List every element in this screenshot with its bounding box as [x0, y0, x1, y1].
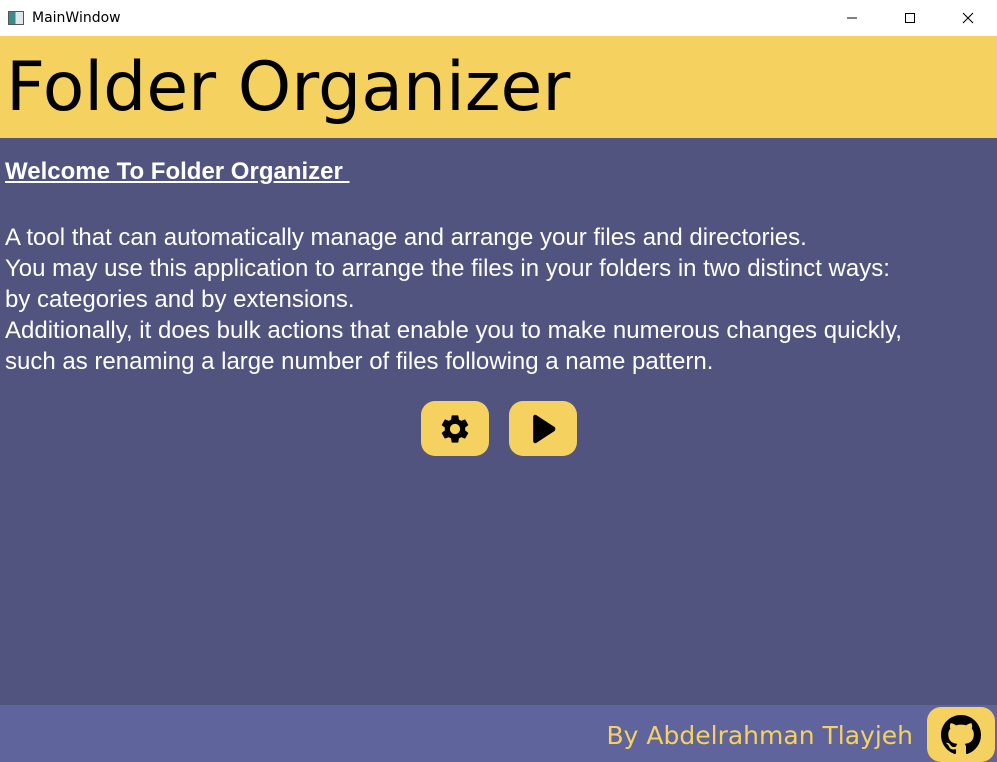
- gear-icon: [441, 414, 469, 443]
- maximize-icon: [905, 13, 915, 23]
- main-content: Welcome To Folder Organizer A tool that …: [0, 138, 997, 705]
- minimize-icon: [847, 17, 857, 19]
- description-line: by categories and by extensions.: [5, 286, 355, 313]
- app-icon: [8, 11, 24, 25]
- minimize-button[interactable]: [823, 0, 881, 36]
- settings-button[interactable]: [421, 401, 489, 456]
- author-credit: By Abdelrahman Tlayjeh: [606, 721, 913, 750]
- close-icon: [962, 12, 974, 24]
- action-buttons: [421, 401, 577, 456]
- play-icon: [533, 414, 556, 443]
- github-icon: [941, 714, 981, 754]
- app-header: Folder Organizer: [0, 36, 997, 138]
- window-title: MainWindow: [32, 10, 121, 26]
- description: A tool that can automatically manage and…: [5, 222, 995, 377]
- description-line: You may use this application to arrange …: [5, 255, 890, 282]
- main-window: MainWindow Folder Organizer Welcome To F…: [0, 0, 997, 762]
- window-controls: [823, 0, 997, 36]
- close-button[interactable]: [939, 0, 997, 36]
- description-line: such as renaming a large number of files…: [5, 348, 714, 375]
- footer: By Abdelrahman Tlayjeh: [0, 705, 997, 762]
- github-button[interactable]: [927, 707, 995, 762]
- description-line: A tool that can automatically manage and…: [5, 224, 807, 251]
- title-bar[interactable]: MainWindow: [0, 0, 997, 36]
- description-line: Additionally, it does bulk actions that …: [5, 317, 902, 344]
- start-button[interactable]: [509, 401, 577, 456]
- maximize-button[interactable]: [881, 0, 939, 36]
- welcome-heading: Welcome To Folder Organizer: [5, 158, 350, 185]
- page-title: Folder Organizer: [6, 48, 571, 127]
